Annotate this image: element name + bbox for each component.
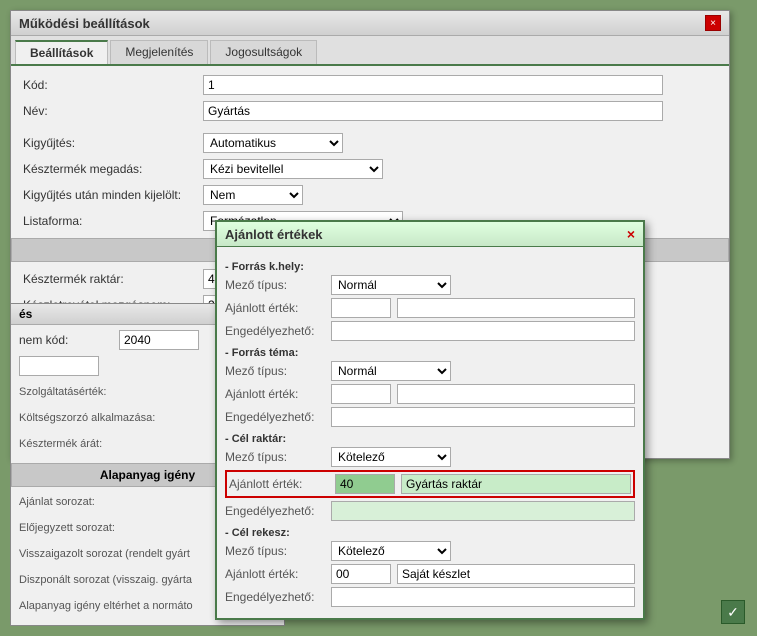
popup-title: Ajánlott értékek bbox=[225, 227, 323, 242]
nev-value bbox=[203, 101, 717, 121]
s1-engedely-row: Engedélyezhető: bbox=[225, 321, 635, 341]
s3-ajanlott-input1[interactable] bbox=[335, 474, 395, 494]
s3-mezo-label: Mező típus: bbox=[225, 450, 325, 464]
s3-ajanlott-input2[interactable] bbox=[401, 474, 631, 494]
s4-ajanlott-input2[interactable] bbox=[397, 564, 635, 584]
s2-engedely-label: Engedélyezhető: bbox=[225, 410, 325, 424]
s3-ajanlott-row: Ajánlott érték: bbox=[225, 470, 635, 498]
s4-ajanlott-label: Ajánlott érték: bbox=[225, 567, 325, 581]
s1-ajanlott-input1[interactable] bbox=[331, 298, 391, 318]
s3-mezo-select[interactable]: Kötelező bbox=[331, 447, 451, 467]
s2-mezo-select[interactable]: Normál bbox=[331, 361, 451, 381]
s1-ajanlott-label: Ajánlott érték: bbox=[225, 301, 325, 315]
s4-mezo-row: Mező típus: Kötelező bbox=[225, 541, 635, 561]
s1-engedely-label: Engedélyezhető: bbox=[225, 324, 325, 338]
s1-mezo-select[interactable]: Normál bbox=[331, 275, 451, 295]
kigyujtes-select[interactable]: Automatikus bbox=[203, 133, 343, 153]
s1-mezo-label: Mező típus: bbox=[225, 278, 325, 292]
s2-ajanlott-label: Ajánlott érték: bbox=[225, 387, 325, 401]
kod-row: Kód: bbox=[23, 74, 717, 96]
kesztermek-raktar-label: Késztermék raktár: bbox=[23, 272, 203, 286]
s2-mezo-label: Mező típus: bbox=[225, 364, 325, 378]
s4-ajanlott-input1[interactable] bbox=[331, 564, 391, 584]
main-titlebar: Működési beállítások × bbox=[11, 11, 729, 36]
main-close-button[interactable]: × bbox=[705, 15, 721, 31]
s1-ajanlott-row: Ajánlott érték: bbox=[225, 298, 635, 318]
s1-engedely-input[interactable] bbox=[331, 321, 635, 341]
kesztermek-label: Késztermék megadás: bbox=[23, 162, 203, 176]
section2-label: - Forrás téma: bbox=[225, 347, 635, 359]
s4-engedely-input[interactable] bbox=[331, 587, 635, 607]
s1-mezo-row: Mező típus: Normál bbox=[225, 275, 635, 295]
s4-engedely-row: Engedélyezhető: bbox=[225, 587, 635, 607]
s1-ajanlott-input2[interactable] bbox=[397, 298, 635, 318]
section3-label: - Cél raktár: bbox=[225, 433, 635, 445]
popup-window: Ajánlott értékek × - Forrás k.hely: Mező… bbox=[215, 220, 645, 620]
confirm-button[interactable]: ✓ bbox=[721, 600, 745, 624]
s2-ajanlott-row: Ajánlott érték: bbox=[225, 384, 635, 404]
section1-label: - Forrás k.hely: bbox=[225, 261, 635, 273]
kigyujtes-utan-row: Kigyűjtés után minden kijelölt: Nem bbox=[23, 184, 717, 206]
tab-megjelenites[interactable]: Megjelenítés bbox=[110, 40, 208, 64]
kigyujtes-utan-label: Kigyűjtés után minden kijelölt: bbox=[23, 188, 203, 202]
tab-jogosultsagok[interactable]: Jogosultságok bbox=[210, 40, 317, 64]
listaforma-label: Listaforma: bbox=[23, 214, 203, 228]
popup-titlebar: Ajánlott értékek × bbox=[217, 222, 643, 247]
kesztermek-select[interactable]: Kézi bevitellel bbox=[203, 159, 383, 179]
kigyujtes-label: Kigyűjtés: bbox=[23, 136, 203, 150]
main-window-title: Működési beállítások bbox=[19, 16, 150, 31]
bottom-extra-input[interactable] bbox=[19, 356, 99, 376]
s3-mezo-row: Mező típus: Kötelező bbox=[225, 447, 635, 467]
popup-content: - Forrás k.hely: Mező típus: Normál Aján… bbox=[217, 247, 643, 618]
s2-ajanlott-input2[interactable] bbox=[397, 384, 635, 404]
s4-ajanlott-row: Ajánlott érték: bbox=[225, 564, 635, 584]
s2-ajanlott-input1[interactable] bbox=[331, 384, 391, 404]
popup-close-button[interactable]: × bbox=[627, 226, 635, 242]
kod-value bbox=[203, 75, 717, 95]
s4-mezo-select[interactable]: Kötelező bbox=[331, 541, 451, 561]
nev-row: Név: bbox=[23, 100, 717, 122]
kesztermek-row: Késztermék megadás: Kézi bevitellel bbox=[23, 158, 717, 180]
kod-label: Kód: bbox=[23, 78, 203, 92]
s3-engedely-row: Engedélyezhető: bbox=[225, 501, 635, 521]
s4-mezo-label: Mező típus: bbox=[225, 544, 325, 558]
nev-input[interactable] bbox=[203, 101, 663, 121]
kod-input[interactable] bbox=[203, 75, 663, 95]
nem-kod-label: nem kód: bbox=[19, 333, 119, 347]
s2-engedely-row: Engedélyezhető: bbox=[225, 407, 635, 427]
nem-kod-input[interactable] bbox=[119, 330, 199, 350]
tab-bar: Beállítások Megjelenítés Jogosultságok bbox=[11, 36, 729, 66]
tab-beallitasok[interactable]: Beállítások bbox=[15, 40, 108, 64]
section4-label: - Cél rekesz: bbox=[225, 527, 635, 539]
checkmark-area: ✓ bbox=[721, 600, 745, 624]
nev-label: Név: bbox=[23, 104, 203, 118]
s2-mezo-row: Mező típus: Normál bbox=[225, 361, 635, 381]
s3-engedely-input[interactable] bbox=[331, 501, 635, 521]
s2-engedely-input[interactable] bbox=[331, 407, 635, 427]
kigyujtes-utan-select[interactable]: Nem bbox=[203, 185, 303, 205]
s3-engedely-label: Engedélyezhető: bbox=[225, 504, 325, 518]
kigyujtes-row: Kigyűjtés: Automatikus bbox=[23, 132, 717, 154]
s4-engedely-label: Engedélyezhető: bbox=[225, 590, 325, 604]
s3-ajanlott-label: Ajánlott érték: bbox=[229, 477, 329, 491]
